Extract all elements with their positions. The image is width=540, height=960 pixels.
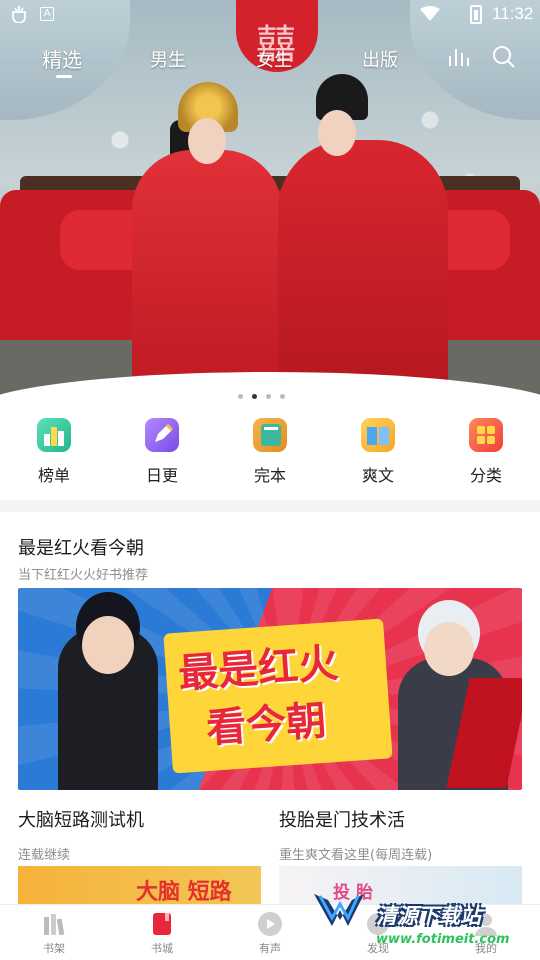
groom-figure bbox=[278, 140, 448, 390]
active-tab-indicator bbox=[56, 75, 72, 78]
quick-entries: 榜单 日更 完本 爽文 分类 bbox=[0, 412, 540, 498]
rank-chart-icon bbox=[37, 418, 71, 452]
carousel-indicator bbox=[238, 386, 294, 399]
watermark-name: 清源下载站 bbox=[376, 904, 481, 928]
bug-icon bbox=[10, 5, 28, 28]
book-desc: 重生爽文看这里(每周连载) bbox=[279, 848, 433, 863]
nav-bookstore[interactable]: 书城 bbox=[126, 911, 198, 956]
bride-face bbox=[188, 118, 226, 164]
character-head bbox=[82, 616, 134, 674]
nav-label: 书架 bbox=[43, 942, 65, 955]
carousel-dot-active bbox=[252, 394, 257, 399]
entry-label: 完本 bbox=[253, 466, 286, 485]
clock: 11:32 bbox=[492, 4, 534, 23]
status-bar: A 11:32 bbox=[0, 0, 540, 30]
tab-male[interactable]: 男生 bbox=[150, 46, 186, 72]
book-card[interactable]: 大脑短路测试机 连载继续 bbox=[18, 806, 268, 863]
banner-title-line2: 看今朝 bbox=[204, 697, 328, 753]
watermark: 清源下载站 www.fotimeit.com bbox=[306, 882, 536, 958]
open-book-icon bbox=[361, 418, 395, 452]
bride-figure bbox=[132, 150, 282, 390]
book-icon bbox=[253, 418, 287, 452]
wifi-icon bbox=[420, 6, 440, 22]
character-head bbox=[424, 622, 474, 676]
entry-label: 爽文 bbox=[361, 466, 394, 485]
tab-featured[interactable]: 精选 bbox=[42, 44, 82, 73]
cover-title: 大脑 短路 bbox=[136, 880, 232, 905]
book-desc: 连载继续 bbox=[18, 848, 71, 863]
battery-icon bbox=[470, 5, 482, 24]
grid-category-icon bbox=[469, 418, 503, 452]
entry-label: 榜单 bbox=[37, 466, 70, 485]
nav-label: 书城 bbox=[151, 942, 173, 955]
pencil-icon bbox=[145, 418, 179, 452]
nav-audio[interactable]: 有声 bbox=[234, 911, 306, 956]
search-icon[interactable] bbox=[492, 45, 516, 69]
entry-ranking[interactable]: 榜单 bbox=[14, 412, 94, 486]
carousel-dot bbox=[280, 394, 285, 399]
tab-female[interactable]: 女生 bbox=[256, 46, 292, 72]
book-card[interactable]: 投胎是门技术活 重生爽文看这里(每周连载) bbox=[279, 806, 529, 863]
entry-label: 日更 bbox=[145, 466, 178, 485]
play-audio-icon bbox=[257, 911, 283, 937]
book-title: 大脑短路测试机 bbox=[18, 810, 144, 831]
book-cover[interactable]: 大脑 短路 bbox=[18, 866, 261, 906]
carousel-dot bbox=[266, 394, 271, 399]
section-subtitle: 当下红红火火好书推荐 bbox=[18, 568, 149, 583]
entry-category[interactable]: 分类 bbox=[446, 412, 526, 486]
nav-bookshelf[interactable]: 书架 bbox=[18, 911, 90, 956]
groom-face bbox=[318, 110, 356, 156]
entry-daily-update[interactable]: 日更 bbox=[122, 412, 202, 486]
carousel-dot bbox=[238, 394, 243, 399]
bookshelf-icon bbox=[41, 911, 67, 937]
watermark-url: www.fotimeit.com bbox=[376, 932, 510, 947]
entry-label: 分类 bbox=[469, 466, 502, 485]
watermark-logo-icon bbox=[314, 894, 364, 926]
ranking-bars-icon[interactable] bbox=[448, 47, 470, 67]
entry-satisfying[interactable]: 爽文 bbox=[338, 412, 418, 486]
section-title[interactable]: 最是红火看今朝 bbox=[18, 534, 144, 560]
app-screen: A 11:32 精选 男生 女生 出版 榜单 日更 bbox=[0, 0, 540, 960]
entry-completed[interactable]: 完本 bbox=[230, 412, 310, 486]
featured-banner[interactable]: 最是红火 看今朝 bbox=[18, 588, 522, 790]
section-separator bbox=[0, 500, 540, 512]
tab-publish[interactable]: 出版 bbox=[362, 46, 398, 72]
a-notification-icon: A bbox=[40, 7, 54, 21]
bookstore-icon bbox=[149, 911, 175, 937]
nav-label: 有声 bbox=[259, 942, 281, 955]
book-title: 投胎是门技术活 bbox=[279, 810, 405, 831]
